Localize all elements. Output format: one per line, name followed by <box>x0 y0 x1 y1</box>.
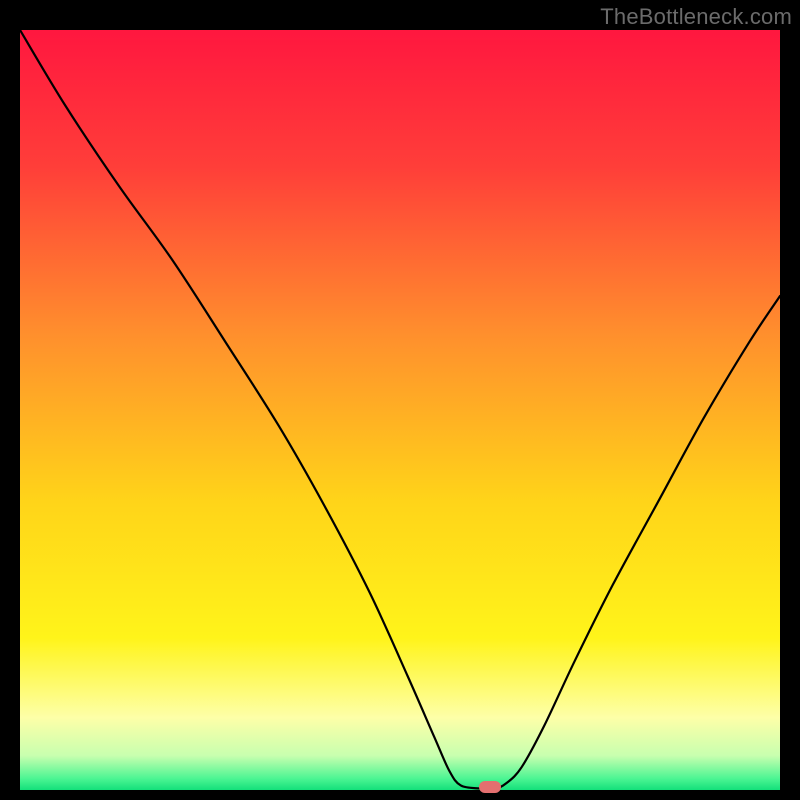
bottleneck-chart <box>20 30 780 790</box>
chart-frame <box>20 30 780 790</box>
optimal-point-marker <box>479 781 501 793</box>
watermark-text: TheBottleneck.com <box>600 4 792 30</box>
chart-background <box>20 30 780 790</box>
